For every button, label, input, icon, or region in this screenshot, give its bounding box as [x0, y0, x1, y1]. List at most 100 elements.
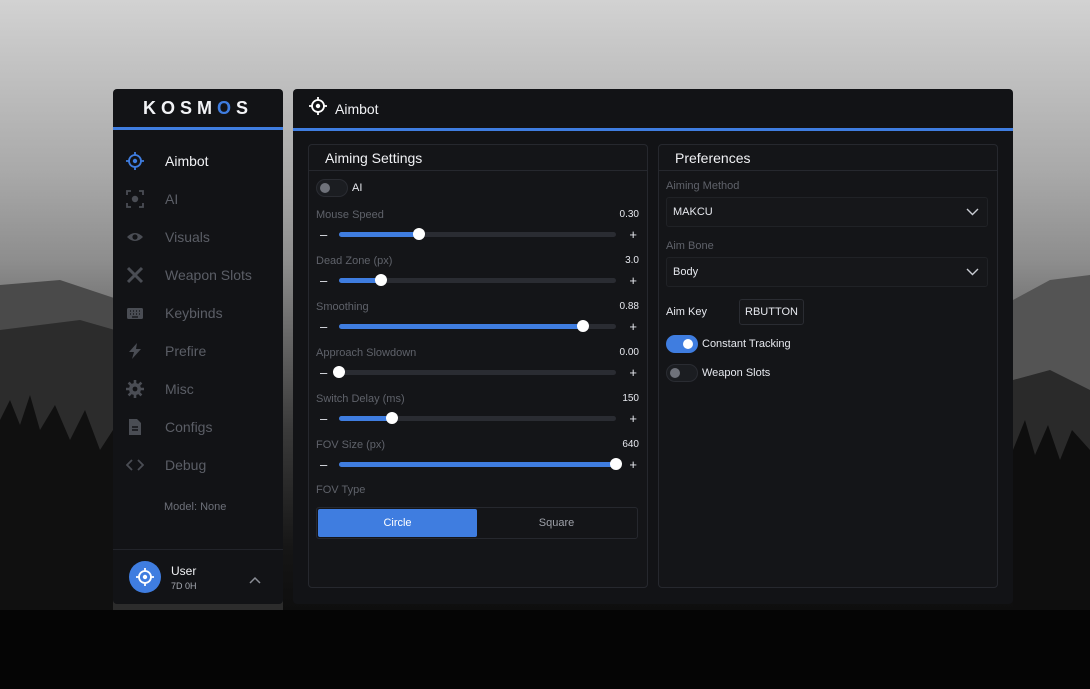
ai-toggle-label: AI — [352, 182, 363, 194]
model-status: Model: None — [164, 501, 227, 513]
slider-track[interactable] — [333, 366, 616, 378]
aim-bone-select[interactable]: Body — [666, 257, 988, 287]
crosshair-icon — [309, 97, 327, 120]
chevron-down-icon — [966, 267, 979, 279]
decrement-button[interactable]: – — [320, 457, 327, 472]
slider-thumb[interactable] — [610, 458, 622, 470]
constant-tracking-toggle[interactable] — [666, 335, 698, 353]
panel-title: Aiming Settings — [309, 145, 647, 171]
slider-track[interactable] — [339, 274, 616, 286]
sidebar: KOSMOS Aimbot AI Visuals Weapon Slots Ke… — [113, 89, 283, 604]
sidebar-item-label: Aimbot — [165, 153, 209, 169]
weapon-slots-label: Weapon Slots — [702, 367, 771, 379]
slider-label: Dead Zone (px) — [316, 255, 393, 267]
fov-type-label: FOV Type — [316, 484, 366, 496]
sidebar-item-ai[interactable]: AI — [113, 180, 283, 218]
sidebar-item-prefire[interactable]: Prefire — [113, 332, 283, 370]
increment-button[interactable]: + — [629, 365, 637, 380]
slider-thumb[interactable] — [413, 228, 426, 240]
sidebar-item-label: Visuals — [165, 229, 210, 245]
slider-label: Smoothing — [316, 301, 369, 313]
slider-value: 3.0 — [625, 255, 639, 266]
weapon-slots-toggle[interactable] — [666, 364, 698, 382]
increment-button[interactable]: + — [629, 319, 637, 334]
slider-fill — [339, 416, 392, 421]
fov-type-selector: Circle Square — [316, 507, 638, 539]
decrement-button[interactable]: – — [320, 319, 327, 334]
sidebar-item-label: Misc — [165, 381, 194, 397]
aim-key-button[interactable]: RBUTTON — [739, 299, 804, 325]
crosshair-icon — [125, 151, 145, 171]
aim-key-label: Aim Key — [666, 306, 707, 318]
decrement-button[interactable]: – — [320, 411, 327, 426]
slider-label: FOV Size (px) — [316, 439, 386, 451]
slider-thumb[interactable] — [333, 366, 345, 378]
aim-bone-label: Aim Bone — [666, 240, 714, 252]
slider-label: Mouse Speed — [316, 209, 384, 221]
slider-smoothing: Smoothing 0.88 – + — [316, 301, 639, 347]
slider-value: 0.00 — [619, 347, 639, 358]
chevron-up-icon[interactable] — [249, 571, 261, 589]
slider-value: 640 — [622, 439, 639, 450]
slider-switch-delay-ms: Switch Delay (ms) 150 – + — [316, 393, 639, 439]
page-title: Aimbot — [335, 100, 379, 117]
sidebar-item-label: Prefire — [165, 343, 207, 359]
sidebar-item-label: Debug — [165, 457, 207, 473]
sidebar-item-aimbot[interactable]: Aimbot — [113, 142, 283, 180]
weapon-slots-row: Weapon Slots — [666, 364, 770, 382]
fov-type-circle-button[interactable]: Circle — [318, 509, 477, 537]
constant-tracking-label: Constant Tracking — [702, 338, 791, 350]
crossed-swords-icon — [125, 265, 145, 285]
user-profile[interactable]: User 7D 0H — [113, 549, 283, 604]
brand-logo-bar: KOSMOS — [113, 89, 283, 130]
fov-type-square-button[interactable]: Square — [477, 509, 636, 537]
slider-value: 0.88 — [619, 301, 639, 312]
sidebar-item-label: Configs — [165, 419, 213, 435]
user-name: User — [171, 563, 197, 578]
brand-logo: KOSMOS — [142, 97, 254, 118]
sidebar-item-visuals[interactable]: Visuals — [113, 218, 283, 256]
slider-label: Switch Delay (ms) — [316, 393, 405, 405]
increment-button[interactable]: + — [629, 273, 637, 288]
increment-button[interactable]: + — [629, 457, 637, 472]
sidebar-item-debug[interactable]: Debug — [113, 446, 283, 484]
decrement-button[interactable]: – — [320, 227, 327, 242]
slider-value: 0.30 — [619, 209, 639, 220]
decrement-button[interactable]: – — [320, 365, 327, 380]
document-icon — [125, 417, 145, 437]
sidebar-item-configs[interactable]: Configs — [113, 408, 283, 446]
user-info: User 7D 0H — [171, 564, 197, 591]
slider-thumb[interactable] — [576, 320, 589, 332]
increment-button[interactable]: + — [629, 227, 637, 242]
slider-thumb[interactable] — [385, 412, 398, 424]
aiming-method-select[interactable]: MAKCU — [666, 197, 988, 227]
slider-dead-zone-px: Dead Zone (px) 3.0 – + — [316, 255, 639, 301]
code-icon — [125, 455, 145, 475]
preferences-panel: Preferences Aiming Method MAKCU Aim Bone… — [658, 144, 998, 588]
slider-fill — [339, 324, 583, 329]
decrement-button[interactable]: – — [320, 273, 327, 288]
constant-tracking-row: Constant Tracking — [666, 335, 791, 353]
slider-track[interactable] — [339, 228, 616, 240]
sidebar-nav: Aimbot AI Visuals Weapon Slots Keybinds — [113, 142, 283, 484]
sidebar-item-misc[interactable]: Misc — [113, 370, 283, 408]
keyboard-icon — [125, 303, 145, 323]
eye-icon — [125, 227, 145, 247]
slider-thumb[interactable] — [374, 274, 387, 286]
panel-title: Preferences — [659, 145, 997, 171]
crosshair-icon — [136, 568, 154, 586]
slider-track[interactable] — [339, 458, 622, 470]
slider-track[interactable] — [339, 412, 616, 424]
gear-icon — [125, 379, 145, 399]
slider-mouse-speed: Mouse Speed 0.30 – + — [316, 209, 639, 255]
slider-track[interactable] — [339, 320, 616, 332]
slider-fov-size-px: FOV Size (px) 640 – + — [316, 439, 639, 485]
sidebar-item-weapon-slots[interactable]: Weapon Slots — [113, 256, 283, 294]
avatar — [129, 561, 161, 593]
sidebar-item-keybinds[interactable]: Keybinds — [113, 294, 283, 332]
increment-button[interactable]: + — [629, 411, 637, 426]
slider-label: Approach Slowdown — [316, 347, 417, 359]
sidebar-item-label: AI — [165, 191, 179, 207]
ai-toggle[interactable] — [316, 179, 348, 197]
sidebar-item-label: Weapon Slots — [165, 267, 252, 283]
